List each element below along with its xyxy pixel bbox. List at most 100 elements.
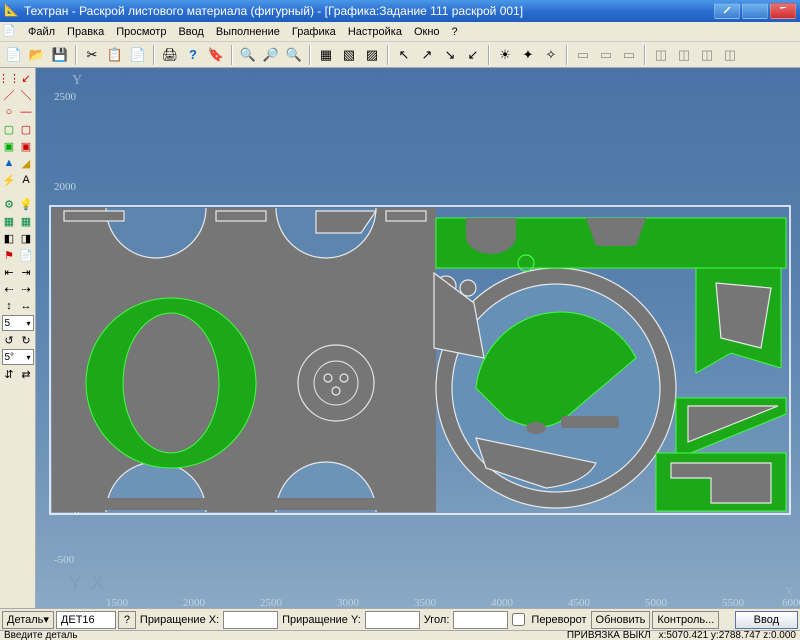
svg-text:X: X (90, 570, 105, 595)
tb-paste-icon[interactable]: 📄 (127, 44, 149, 66)
tb-ptr2-icon[interactable]: ↗ (416, 44, 438, 66)
sb-a1-icon[interactable]: ⇤ (1, 264, 17, 280)
sb-sq3-icon[interactable]: ▣ (1, 138, 17, 154)
sb-circ-icon[interactable]: ○ (1, 104, 17, 120)
tb-d1-icon: ▭ (572, 44, 594, 66)
sb-sq2-icon[interactable]: ▢ (18, 121, 34, 137)
sb-box2-icon[interactable]: ▦ (18, 213, 34, 229)
sb-gear-icon[interactable]: ⚙ (1, 196, 17, 212)
statusbar: Введите деталь ПРИВЯЗКА ВЫКЛ x:5070.421 … (0, 630, 800, 640)
sb-m2-icon[interactable]: ◨ (18, 230, 34, 246)
tb-zoomfit-icon[interactable]: 🔍 (237, 44, 259, 66)
sb-a4-icon[interactable]: ⇢ (18, 281, 34, 297)
tb-ptr4-icon[interactable]: ↙ (462, 44, 484, 66)
sb-step-dropdown[interactable]: 5▾ (2, 315, 34, 331)
sb-box1-icon[interactable]: ▦ (1, 213, 17, 229)
flip-checkbox[interactable] (512, 613, 525, 626)
sb-doc-icon[interactable]: 📄 (18, 247, 34, 263)
svg-text:1500: 1500 (106, 597, 129, 608)
detail-dropdown[interactable]: Деталь▾ (2, 611, 54, 629)
sb-tri2-icon[interactable]: ◢ (18, 155, 34, 171)
menu-file[interactable]: Файл (22, 24, 61, 40)
menu-window[interactable]: Окно (408, 24, 446, 40)
angle-input[interactable] (453, 611, 508, 629)
tb-open-icon[interactable]: 📂 (26, 44, 48, 66)
menu-help[interactable]: ? (446, 24, 464, 40)
close-button[interactable] (770, 3, 796, 19)
sb-light-icon[interactable]: 💡 (18, 196, 34, 212)
sb-sq1-icon[interactable]: ▢ (1, 121, 17, 137)
tb-win3-icon[interactable]: ▨ (361, 44, 383, 66)
sb-bolt-icon[interactable]: ⚡ (1, 172, 17, 188)
tb-zoomin-icon[interactable]: 🔎 (260, 44, 282, 66)
tb-new-icon[interactable]: 📄 (3, 44, 25, 66)
menu-exec[interactable]: Выполнение (210, 24, 286, 40)
tb-d2-icon: ▭ (595, 44, 617, 66)
sb-m1-icon[interactable]: ◧ (1, 230, 17, 246)
sys-icon[interactable]: 📄 (2, 24, 18, 40)
tb-sun1-icon[interactable]: ☀ (494, 44, 516, 66)
sb-r2-icon[interactable]: ↻ (18, 332, 34, 348)
sb-sq4-icon[interactable]: ▣ (18, 138, 34, 154)
incy-input[interactable] (365, 611, 420, 629)
status-left: Введите деталь (4, 630, 78, 640)
sb-axes-icon[interactable]: ↙ (18, 70, 34, 86)
incx-label: Приращение X: (138, 614, 221, 626)
svg-text:5000: 5000 (645, 597, 668, 608)
menu-input[interactable]: Ввод (172, 24, 209, 40)
canvas-area[interactable]: Y 2500 2000 1500 1000 500 0 -500 1500 20… (36, 68, 800, 608)
sb-f1-icon[interactable]: ⇵ (1, 366, 17, 382)
enter-button[interactable]: Ввод (735, 611, 798, 629)
sb-line-icon[interactable]: ／ (1, 87, 17, 103)
tb-save-icon[interactable]: 💾 (49, 44, 71, 66)
update-button[interactable]: Обновить (591, 611, 651, 629)
incy-label: Приращение Y: (280, 614, 363, 626)
tb-d7-icon: ◫ (719, 44, 741, 66)
sb-f2-icon[interactable]: ⇄ (18, 366, 34, 382)
minimize-button[interactable] (714, 3, 740, 19)
tb-d3-icon: ▭ (618, 44, 640, 66)
tb-sun3-icon[interactable]: ✧ (540, 44, 562, 66)
tb-win2-icon[interactable]: ▧ (338, 44, 360, 66)
tb-d6-icon: ◫ (696, 44, 718, 66)
menu-view[interactable]: Просмотр (110, 24, 172, 40)
menu-graphics[interactable]: Графика (286, 24, 342, 40)
help-btn[interactable]: ? (118, 611, 136, 629)
tb-cut-icon[interactable]: ✂ (81, 44, 103, 66)
svg-text:2500: 2500 (260, 597, 283, 608)
menu-settings[interactable]: Настройка (342, 24, 408, 40)
tb-sun2-icon[interactable]: ✦ (517, 44, 539, 66)
det-field[interactable] (56, 611, 116, 629)
sb-arc-icon[interactable]: A (18, 172, 34, 188)
tb-info-icon[interactable]: 🔖 (205, 44, 227, 66)
tb-copy-icon[interactable]: 📋 (104, 44, 126, 66)
sb-line2-icon[interactable]: ＼ (18, 87, 34, 103)
menu-edit[interactable]: Правка (61, 24, 110, 40)
tb-zoomout-icon[interactable]: 🔍 (283, 44, 305, 66)
sb-flag-icon[interactable]: ⚑ (1, 247, 17, 263)
tb-help-icon[interactable]: ? (182, 44, 204, 66)
sb-a3-icon[interactable]: ⇠ (1, 281, 17, 297)
tb-win1-icon[interactable]: ▦ (315, 44, 337, 66)
svg-text:2500: 2500 (54, 91, 77, 103)
sb-line3-icon[interactable]: — (18, 104, 34, 120)
svg-text:5500: 5500 (722, 597, 745, 608)
sb-r1-icon[interactable]: ↺ (1, 332, 17, 348)
tb-print-icon[interactable]: 🖨 (159, 44, 181, 66)
y-axis-label: Y (72, 73, 82, 88)
control-button[interactable]: Контроль... (652, 611, 719, 629)
sb-a5-icon[interactable]: ↕ (1, 298, 17, 314)
tb-ptr1-icon[interactable]: ↖ (393, 44, 415, 66)
window-title: Техтран - Раскрой листового материала (ф… (24, 4, 714, 18)
tb-ptr3-icon[interactable]: ↘ (439, 44, 461, 66)
incx-input[interactable] (223, 611, 278, 629)
sb-a6-icon[interactable]: ↔ (18, 298, 34, 314)
sb-angle-dropdown[interactable]: 5°▾ (2, 349, 34, 365)
svg-text:2000: 2000 (183, 597, 206, 608)
sb-a2-icon[interactable]: ⇥ (18, 264, 34, 280)
sb-dots-icon[interactable]: ⋮⋮ (1, 70, 17, 86)
maximize-button[interactable] (742, 3, 768, 19)
sb-tri-icon[interactable]: ▲ (1, 155, 17, 171)
svg-text:X: X (784, 585, 794, 600)
menubar: 📄 Файл Правка Просмотр Ввод Выполнение Г… (0, 22, 800, 42)
